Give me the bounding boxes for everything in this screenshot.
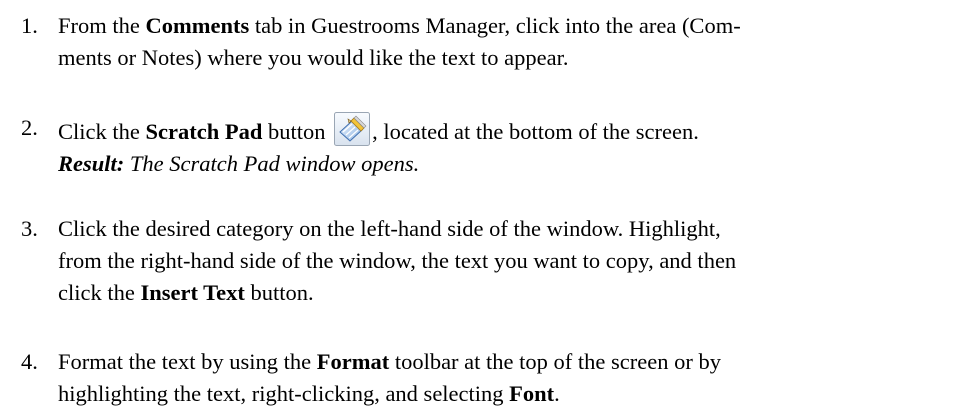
step-text: Click the Scratch Pad button , located a… [58,112,948,180]
step-number: 4. [21,349,38,374]
result-text: The Scratch Pad window opens. [124,151,420,176]
step-text: From the Comments tab in Guestrooms Mana… [58,10,948,74]
step-line: Format the text by using the Format tool… [58,346,948,378]
scratch-pad-icon [334,112,371,146]
step-number: 3. [21,216,38,241]
font-label: Font [509,381,555,406]
step-text: Format the text by using the Format tool… [58,346,948,410]
step-line: from the right-hand side of the window, … [58,248,737,273]
text-run: Format the text by using the [58,349,317,374]
text-run: Click the [58,119,146,144]
text-run: toolbar at the top of the screen or by [389,349,721,374]
step-line: click the Insert Text button. [58,277,948,309]
scratch-pad-label: Scratch Pad [145,119,263,144]
text-run: button [262,119,332,144]
step-line: ments or Notes) where you would like the… [58,45,569,70]
step-number: 1. [21,13,38,38]
text-run: . [554,381,560,406]
step-line: Click the desired category on the left-h… [58,216,721,241]
step-text: Click the desired category on the left-h… [58,213,948,309]
step-number: 2. [21,115,38,140]
result-line: Result: The Scratch Pad window opens. [58,148,948,180]
insert-text-label: Insert Text [140,280,245,305]
comments-tab-label: Comments [145,13,250,38]
step-line: highlighting the text, right-clicking, a… [58,378,948,410]
text-run: From the [58,13,146,38]
text-run: tab in Guestrooms Manager, click into th… [249,13,741,38]
text-run: button. [244,280,314,305]
result-label: Result: [58,151,125,176]
text-run: highlighting the text, right-clicking, a… [58,381,510,406]
text-run: click the [58,280,141,305]
text-run: , located at the bottom of the screen. [372,119,699,144]
step-line: Click the Scratch Pad button , located a… [58,112,948,148]
format-toolbar-label: Format [316,349,390,374]
step-line: From the Comments tab in Guestrooms Mana… [58,10,948,42]
